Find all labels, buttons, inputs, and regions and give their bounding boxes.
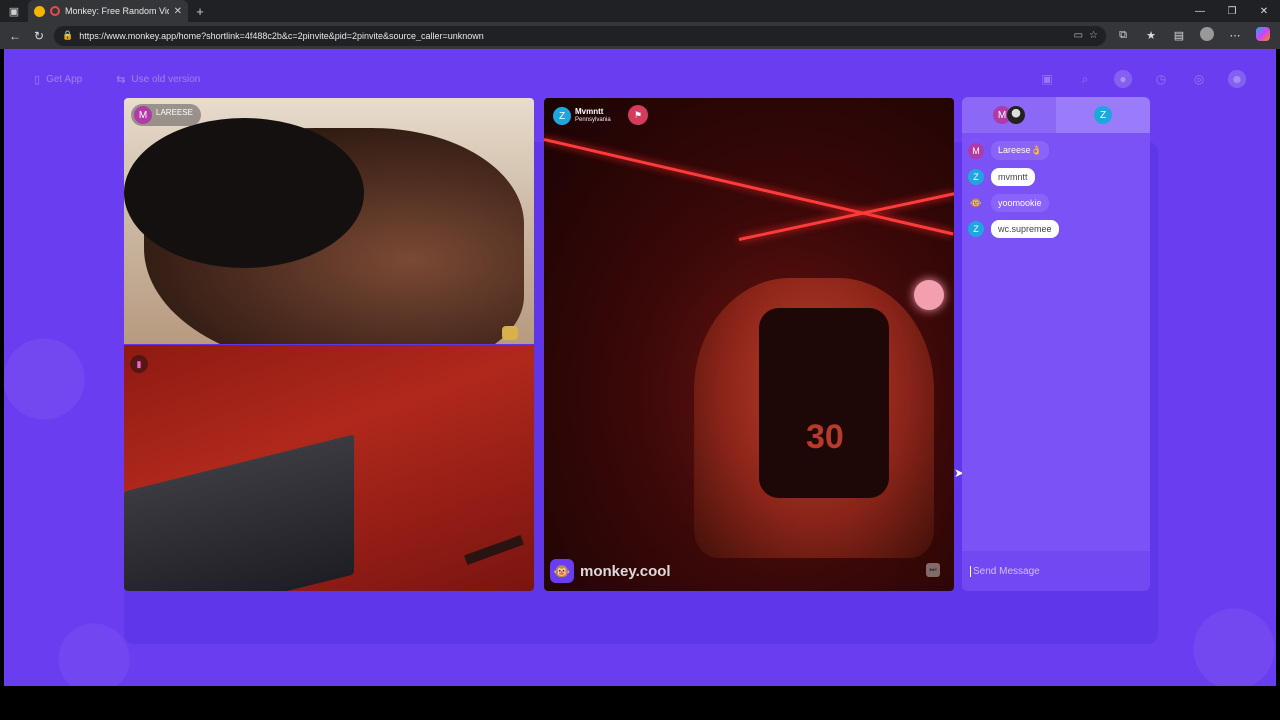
report-icon[interactable]: ⚑ bbox=[628, 105, 648, 125]
tab-direct-chat[interactable]: Z bbox=[1056, 97, 1150, 133]
url-text[interactable]: https://www.monkey.app/home?shortlink=4f… bbox=[79, 31, 1067, 41]
window-controls: — ❐ ✕ bbox=[1184, 6, 1280, 17]
get-app-label: Get App bbox=[46, 73, 83, 85]
message-avatar: M bbox=[968, 142, 984, 159]
user-name: LAREESE bbox=[156, 108, 193, 117]
list-item: M Lareese👌 bbox=[968, 141, 1144, 160]
monkey-avatar-icon: 🐵 bbox=[968, 195, 984, 211]
monkey-avatar-icon[interactable]: ☻ bbox=[1228, 70, 1246, 88]
browser-toolbar: ← ↻ 🔒 https://www.monkey.app/home?shortl… bbox=[0, 22, 1280, 49]
tab-title: Monkey: Free Random Video bbox=[65, 6, 169, 16]
group-avatars: M bbox=[993, 106, 1025, 124]
close-window-button[interactable]: ✕ bbox=[1248, 6, 1280, 17]
user-avatar: M bbox=[134, 106, 152, 124]
switch-icon: ⇆ bbox=[116, 73, 126, 86]
user-avatar: Z bbox=[1094, 106, 1112, 124]
user-location: Pennsylvania bbox=[575, 117, 611, 123]
tab-actions-icon[interactable]: ▣ bbox=[0, 5, 28, 18]
video-content bbox=[544, 138, 954, 236]
monkey-watermark: 🐵 monkey.cool bbox=[550, 559, 671, 583]
history-icon[interactable]: ◷ bbox=[1152, 70, 1170, 88]
copilot-button[interactable] bbox=[1252, 27, 1274, 44]
profile-avatar-button[interactable] bbox=[1196, 27, 1218, 44]
get-app-link[interactable]: ▯ Get App bbox=[34, 73, 82, 86]
messages-icon[interactable]: ◎ bbox=[1190, 70, 1208, 88]
message-bubble: yoomookie bbox=[991, 194, 1049, 212]
video-tile-self bbox=[124, 345, 534, 591]
user-badge-mvmntt[interactable]: Z Mvmntt Pennsylvania bbox=[550, 104, 619, 128]
message-input-placeholder[interactable]: Send Message bbox=[970, 565, 1040, 577]
browser-tab-bar: ▣ Monkey: Free Random Video ✕ + — ❐ ✕ bbox=[0, 0, 1280, 22]
back-icon[interactable]: ← bbox=[6, 29, 24, 43]
extensions-icon[interactable]: ⧉ bbox=[1112, 29, 1134, 42]
message-bubble: wc.supremee bbox=[991, 220, 1059, 238]
camera-permission-icon[interactable]: ▭ bbox=[1074, 30, 1083, 41]
video-content bbox=[759, 308, 889, 498]
chat-tabs: M Z bbox=[962, 97, 1150, 133]
phone-icon: ▯ bbox=[34, 73, 41, 86]
minimize-button[interactable]: — bbox=[1184, 6, 1216, 17]
top-right-icons: ▣ ⌕ ● ◷ ◎ ☻ bbox=[1038, 70, 1246, 88]
monkey-logo-icon: 🐵 bbox=[550, 559, 574, 583]
skip-icon[interactable]: ⏭ bbox=[926, 563, 940, 577]
more-menu-icon[interactable]: ⋯ bbox=[1224, 29, 1246, 42]
list-item: Z mvmntt bbox=[968, 168, 1144, 186]
refresh-icon[interactable]: ↻ bbox=[30, 29, 48, 43]
video-content bbox=[502, 326, 518, 340]
monkey-favicon-icon bbox=[34, 5, 45, 17]
video-content bbox=[124, 434, 354, 591]
message-input[interactable]: Send Message bbox=[962, 551, 1150, 591]
watermark-text: monkey.cool bbox=[580, 562, 671, 580]
tab-group-chat[interactable]: M bbox=[962, 97, 1056, 133]
lock-icon[interactable]: 🔒 bbox=[62, 30, 73, 41]
chat-message-list: M Lareese👌 Z mvmntt 🐵 yoomookie Z wc.sup… bbox=[962, 133, 1150, 246]
address-bar[interactable]: 🔒 https://www.monkey.app/home?shortlink=… bbox=[54, 25, 1106, 46]
list-item: 🐵 yoomookie bbox=[968, 194, 1144, 212]
copilot-icon bbox=[1256, 27, 1270, 41]
video-tile-lareese bbox=[124, 98, 534, 344]
bottom-black-bar bbox=[0, 686, 1280, 720]
user-info: Mvmntt Pennsylvania bbox=[575, 107, 611, 125]
list-item: Z wc.supremee bbox=[968, 220, 1144, 238]
collections-icon[interactable]: ▤ bbox=[1168, 29, 1190, 42]
restore-button[interactable]: ❐ bbox=[1216, 6, 1248, 17]
favorites-icon[interactable]: ★ bbox=[1140, 29, 1162, 42]
jersey-number: 30 bbox=[806, 418, 844, 456]
video-content bbox=[124, 118, 364, 268]
message-bubble: mvmntt bbox=[991, 168, 1035, 186]
use-old-version-link[interactable]: ⇆ Use old version bbox=[116, 73, 200, 86]
self-camera-icon[interactable]: ▮ bbox=[130, 355, 148, 373]
close-tab-icon[interactable]: ✕ bbox=[174, 6, 182, 17]
new-tab-button[interactable]: + bbox=[188, 4, 212, 19]
recording-icon bbox=[50, 6, 60, 16]
use-old-version-label: Use old version bbox=[131, 73, 201, 85]
user-name: Mvmntt bbox=[575, 107, 604, 116]
user-avatar: Z bbox=[553, 107, 571, 125]
video-content bbox=[464, 535, 524, 565]
bookmark-star-icon[interactable]: ☆ bbox=[1089, 30, 1098, 41]
top-navigation: ▯ Get App ⇆ Use old version ▣ ⌕ ● ◷ ◎ ☻ bbox=[34, 69, 1246, 89]
browser-tab[interactable]: Monkey: Free Random Video ✕ bbox=[28, 0, 188, 22]
user-avatar bbox=[1007, 106, 1025, 124]
message-avatar: Z bbox=[968, 169, 984, 185]
message-bubble: Lareese👌 bbox=[991, 141, 1049, 160]
message-avatar: Z bbox=[968, 221, 984, 237]
video-content bbox=[738, 192, 954, 241]
video-content bbox=[914, 280, 944, 310]
search-icon[interactable]: ⌕ bbox=[1076, 70, 1094, 88]
store-icon[interactable]: ▣ bbox=[1038, 70, 1056, 88]
video-tile-mvmntt: 30 bbox=[544, 98, 954, 591]
profile-icon bbox=[1200, 27, 1214, 41]
profile-avatar-icon[interactable]: ● bbox=[1114, 70, 1132, 88]
user-badge-lareese[interactable]: M LAREESE bbox=[131, 104, 201, 126]
chat-panel: M Z M Lareese👌 Z mvmntt 🐵 yoomookie Z wc… bbox=[962, 97, 1150, 591]
